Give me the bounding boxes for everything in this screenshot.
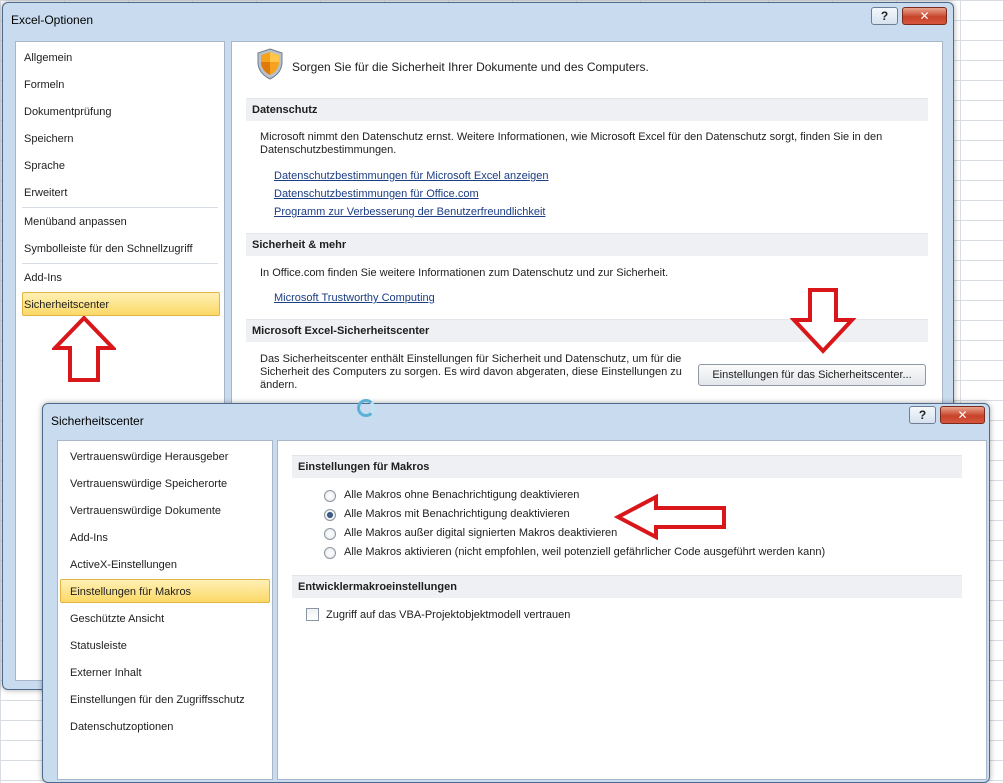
shield-icon <box>256 48 284 80</box>
section-heading-sicherheit: Sicherheit & mehr <box>246 233 928 256</box>
nav-item-vertrauenswuerdige-herausgeber[interactable]: Vertrauenswürdige Herausgeber <box>70 451 228 463</box>
nav-divider <box>22 207 218 208</box>
nav-item-sprache[interactable]: Sprache <box>24 160 65 172</box>
sicherheit-text: In Office.com finden Sie weitere Informa… <box>260 267 669 279</box>
nav-divider <box>22 263 218 264</box>
nav-item-add-ins[interactable]: Add-Ins <box>70 532 108 544</box>
radio-button[interactable] <box>324 528 336 540</box>
nav-item-menueband-anpassen[interactable]: Menüband anpassen <box>24 216 127 228</box>
busy-cursor-icon <box>357 399 375 417</box>
nav-item-schnellzugriff[interactable]: Symbolleiste für den Schnellzugriff <box>24 243 193 255</box>
nav-item-externer-inhalt[interactable]: Externer Inhalt <box>70 667 142 679</box>
trust-center-titlebar[interactable]: Sicherheitscenter ? ✕ <box>43 404 989 434</box>
red-arrow-left <box>614 494 726 540</box>
section-heading-entwickler: Entwicklermakroeinstellungen <box>292 575 962 598</box>
nav-item-statusleiste[interactable]: Statusleiste <box>70 640 127 652</box>
excel-options-titlebar[interactable]: Excel-Optionen ? ✕ <box>3 3 953 33</box>
red-arrow-up <box>52 316 116 382</box>
trust-center-content: Einstellungen für Makros Alle Makros ohn… <box>277 440 987 780</box>
nav-item-allgemein[interactable]: Allgemein <box>24 52 72 64</box>
nav-item-add-ins[interactable]: Add-Ins <box>24 272 62 284</box>
sicherheitscenter-text: Das Sicherheitscenter enthält Einstellun… <box>260 353 682 391</box>
radio-button[interactable] <box>324 547 336 559</box>
red-arrow-down <box>790 288 856 354</box>
excel-options-title: Excel-Optionen <box>11 13 94 27</box>
close-button[interactable]: ✕ <box>940 406 985 424</box>
nav-item-vertrauenswuerdige-speicherorte[interactable]: Vertrauenswürdige Speicherorte <box>70 478 227 490</box>
datenschutz-text: Microsoft nimmt den Datenschutz ernst. W… <box>260 131 883 156</box>
nav-item-erweitert[interactable]: Erweitert <box>24 187 67 199</box>
trust-center-title: Sicherheitscenter <box>51 414 144 428</box>
close-button[interactable]: ✕ <box>902 7 947 25</box>
radio-label: Alle Makros mit Benachrichtigung deaktiv… <box>344 508 570 520</box>
vba-checkbox-label: Zugriff auf das VBA-Projektobjektmodell … <box>326 609 571 621</box>
nav-item-speichern[interactable]: Speichern <box>24 133 74 145</box>
nav-item-dokumentpruefung[interactable]: Dokumentprüfung <box>24 106 111 118</box>
help-button[interactable]: ? <box>909 406 936 424</box>
radio-button-selected[interactable] <box>324 509 336 521</box>
help-button[interactable]: ? <box>871 7 898 25</box>
vba-checkbox[interactable] <box>306 608 319 621</box>
link-datenschutz-excel[interactable]: Datenschutzbestimmungen für Microsoft Ex… <box>274 170 549 182</box>
nav-item-vertrauenswuerdige-dokumente[interactable]: Vertrauenswürdige Dokumente <box>70 505 221 517</box>
radio-label: Alle Makros aktivieren (nicht empfohlen,… <box>344 546 826 558</box>
radio-label: Alle Makros außer digital signierten Mak… <box>344 527 618 539</box>
nav-item-datenschutzoptionen[interactable]: Datenschutzoptionen <box>70 721 173 733</box>
nav-item-formeln[interactable]: Formeln <box>24 79 64 91</box>
trust-center-window: Sicherheitscenter ? ✕ Vertrauenswürdige … <box>42 403 990 783</box>
link-trustworthy-computing[interactable]: Microsoft Trustworthy Computing <box>274 292 435 304</box>
radio-button[interactable] <box>324 490 336 502</box>
link-datenschutz-office[interactable]: Datenschutzbestimmungen für Office.com <box>274 188 479 200</box>
nav-item-einstellungen-makros[interactable]: Einstellungen für Makros <box>70 586 191 598</box>
options-page-header: Sorgen Sie für die Sicherheit Ihrer Doku… <box>292 60 649 74</box>
radio-label: Alle Makros ohne Benachrichtigung deakti… <box>344 489 580 501</box>
section-heading-makros: Einstellungen für Makros <box>292 455 962 478</box>
nav-item-sicherheitscenter[interactable]: Sicherheitscenter <box>24 299 109 311</box>
nav-item-geschuetzte-ansicht[interactable]: Geschützte Ansicht <box>70 613 164 625</box>
link-programm-benutzerfreundlichkeit[interactable]: Programm zur Verbesserung der Benutzerfr… <box>274 206 545 218</box>
vba-checkbox-row[interactable]: Zugriff auf das VBA-Projektobjektmodell … <box>306 607 706 623</box>
section-heading-datenschutz: Datenschutz <box>246 98 928 121</box>
trust-center-settings-button[interactable]: Einstellungen für das Sicherheitscenter.… <box>698 364 926 386</box>
nav-item-zugriffsschutz[interactable]: Einstellungen für den Zugriffsschutz <box>70 694 245 706</box>
trust-center-nav: Vertrauenswürdige Herausgeber Vertrauens… <box>57 440 273 780</box>
nav-item-activex[interactable]: ActiveX-Einstellungen <box>70 559 177 571</box>
